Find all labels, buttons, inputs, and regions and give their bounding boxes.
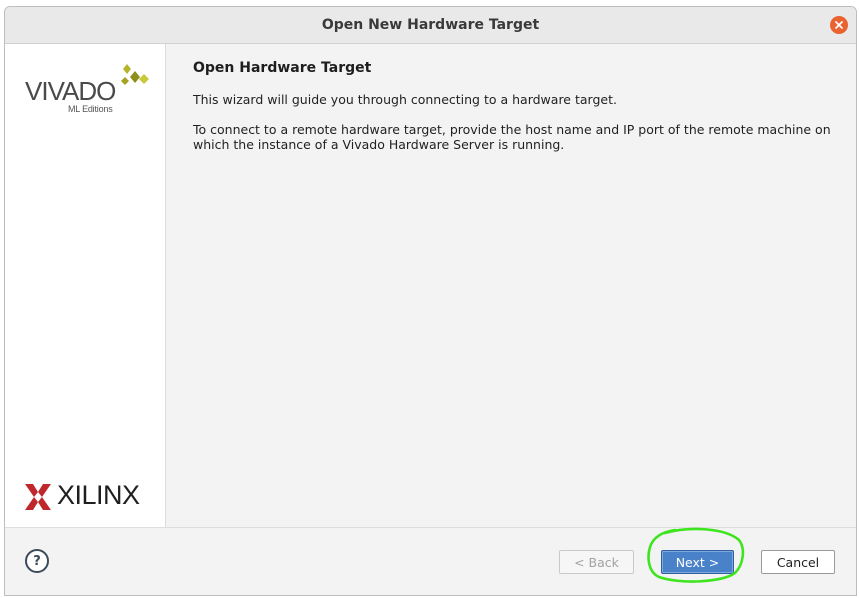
- next-button-label: Next >: [675, 554, 720, 570]
- wizard-footer: ? < Back Next > Cancel: [5, 527, 856, 595]
- intro-text: This wizard will guide you through conne…: [193, 92, 617, 107]
- close-icon: [835, 21, 843, 29]
- window-title: Open New Hardware Target: [321, 17, 540, 33]
- wizard-window: Open New Hardware Target VIVADO ML Editi…: [4, 6, 857, 596]
- wizard-sidebar: VIVADO ML Editions XILINX: [5, 44, 166, 527]
- titlebar[interactable]: Open New Hardware Target: [5, 7, 856, 44]
- cancel-button-label: Cancel: [776, 554, 820, 570]
- back-button[interactable]: < Back: [559, 550, 634, 574]
- wizard-content: Open Hardware Target This wizard will gu…: [166, 44, 856, 527]
- vivado-logo: VIVADO ML Editions: [25, 62, 150, 116]
- vivado-wordmark: VIVADO: [25, 76, 116, 106]
- back-button-label: < Back: [574, 554, 619, 570]
- help-button[interactable]: ?: [25, 549, 49, 573]
- xilinx-wordmark: XILINX: [57, 480, 140, 510]
- cancel-button[interactable]: Cancel: [761, 550, 835, 574]
- xilinx-logo: XILINX: [25, 480, 150, 510]
- vivado-mark-icon: [121, 64, 149, 85]
- close-button[interactable]: [830, 16, 848, 34]
- page-title: Open Hardware Target: [193, 60, 372, 76]
- help-icon: ?: [33, 553, 41, 569]
- description-text: To connect to a remote hardware target, …: [193, 122, 831, 152]
- next-button[interactable]: Next >: [661, 550, 734, 574]
- xilinx-mark-icon: [25, 484, 51, 510]
- vivado-edition: ML Editions: [68, 104, 113, 114]
